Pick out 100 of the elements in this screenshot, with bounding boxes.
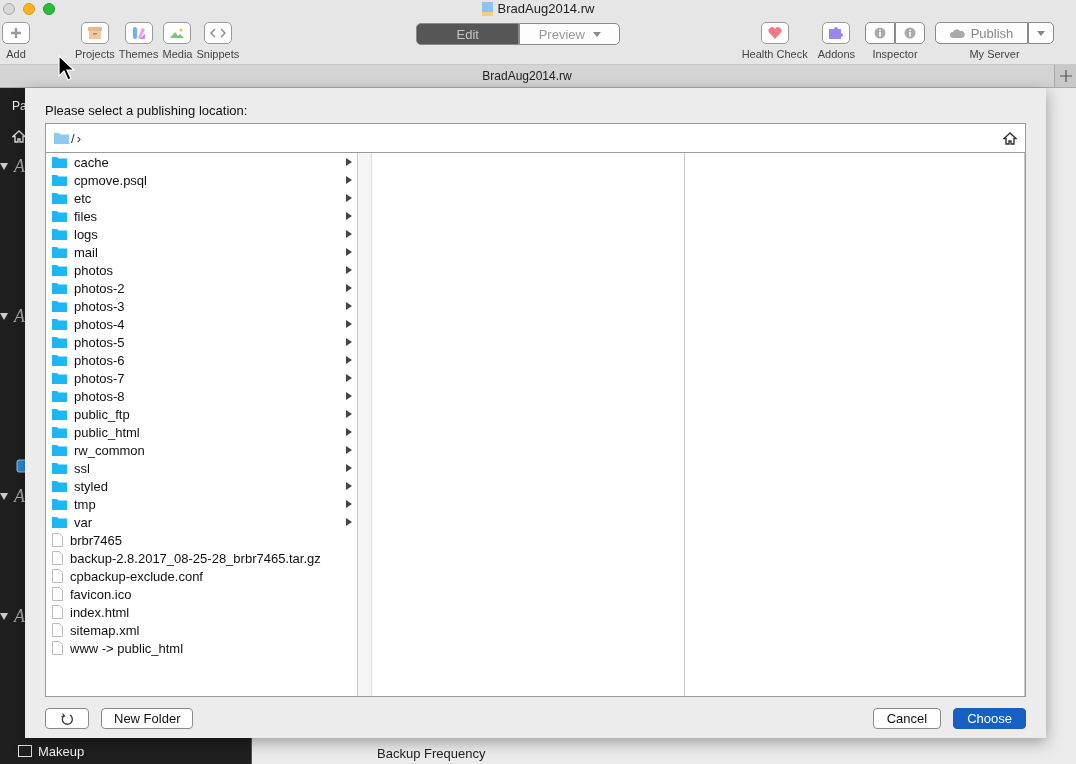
file-row[interactable]: sitemap.xml: [46, 621, 357, 639]
file-row[interactable]: styled: [46, 477, 357, 495]
image-icon: [169, 27, 186, 39]
health-button[interactable]: [760, 22, 789, 44]
plus-icon: [10, 27, 22, 39]
disclosure-arrow-icon: [346, 230, 352, 238]
path-separator: ›: [76, 130, 81, 146]
folder-icon: [52, 174, 67, 186]
disclosure-arrow-icon: [346, 518, 352, 526]
disclosure-arrow-icon: [346, 482, 352, 490]
file-row[interactable]: var: [46, 513, 357, 531]
projects-button[interactable]: [80, 22, 109, 44]
choose-button[interactable]: Choose: [953, 708, 1026, 729]
sidebar-item[interactable]: A: [14, 305, 25, 327]
folder-icon: [52, 300, 67, 312]
file-row[interactable]: photos-6: [46, 351, 357, 369]
disclosure-arrow-icon: [346, 338, 352, 346]
toolbar-label: Addons: [817, 48, 855, 60]
file-row[interactable]: photos-8: [46, 387, 357, 405]
cancel-button[interactable]: Cancel: [872, 708, 942, 729]
folder-icon: [52, 516, 67, 528]
file-row[interactable]: cache: [46, 153, 357, 171]
addons-button[interactable]: [822, 22, 851, 44]
file-row[interactable]: photos-4: [46, 315, 357, 333]
folder-icon: [52, 228, 67, 240]
box-icon: [87, 27, 102, 39]
themes-button[interactable]: [124, 22, 153, 44]
file-icon: [52, 587, 63, 601]
toolbar-label: Add: [6, 48, 26, 60]
file-icon: [52, 569, 63, 583]
file-icon: [52, 533, 63, 547]
caret-icon: [592, 31, 601, 37]
zoom-button[interactable]: [43, 3, 55, 15]
close-button[interactable]: [3, 3, 15, 15]
file-row[interactable]: photos-2: [46, 279, 357, 297]
file-row[interactable]: index.html: [46, 603, 357, 621]
image-icon: [18, 745, 32, 757]
new-folder-button[interactable]: New Folder: [101, 708, 194, 729]
file-row[interactable]: cpmove.psql: [46, 171, 357, 189]
sidebar-item[interactable]: A: [14, 605, 25, 627]
mode-tab[interactable]: Edit: [416, 23, 520, 45]
sidebar-item[interactable]: A: [14, 155, 25, 177]
file-row[interactable]: files: [46, 207, 357, 225]
disclosure-triangle-icon: [0, 492, 8, 500]
disclosure-arrow-icon: [346, 428, 352, 436]
file-row[interactable]: rw_common: [46, 441, 357, 459]
disclosure-arrow-icon: [346, 248, 352, 256]
file-icon: [52, 641, 63, 655]
file-row[interactable]: photos-7: [46, 369, 357, 387]
file-row[interactable]: public_html: [46, 423, 357, 441]
file-row[interactable]: photos-5: [46, 333, 357, 351]
disclosure-arrow-icon: [346, 320, 352, 328]
file-row[interactable]: ssl: [46, 459, 357, 477]
info-button[interactable]: [895, 22, 925, 44]
disclosure-arrow-icon: [346, 392, 352, 400]
folder-icon: [52, 336, 67, 348]
disclosure-arrow-icon: [346, 176, 352, 184]
folder-icon: [52, 318, 67, 330]
folder-icon: [52, 156, 67, 168]
publish-menu-button[interactable]: [1028, 22, 1054, 44]
folder-icon: [52, 264, 67, 276]
file-row[interactable]: brbr7465: [46, 531, 357, 549]
file-row[interactable]: cpbackup-exclude.conf: [46, 567, 357, 585]
sidebar-item[interactable]: A: [14, 485, 25, 507]
file-row[interactable]: mail: [46, 243, 357, 261]
file-row[interactable]: photos-3: [46, 297, 357, 315]
toolbar-label: Inspector: [872, 48, 918, 60]
file-row[interactable]: logs: [46, 225, 357, 243]
snippets-button[interactable]: [203, 22, 232, 44]
disclosure-arrow-icon: [346, 374, 352, 382]
add-button[interactable]: [2, 22, 30, 44]
path-folder[interactable]: /: [71, 130, 75, 146]
file-row[interactable]: www -> public_html: [46, 639, 357, 657]
folder-icon: [52, 192, 67, 204]
refresh-button[interactable]: [45, 708, 89, 729]
disclosure-arrow-icon: [346, 446, 352, 454]
file-row[interactable]: photos: [46, 261, 357, 279]
section-heading: Backup Frequency: [377, 746, 487, 761]
file-row[interactable]: favicon.ico: [46, 585, 357, 603]
info-button[interactable]: [865, 22, 895, 44]
sidebar-item[interactable]: Makeup: [38, 743, 85, 759]
folder-icon: [52, 480, 67, 492]
file-row[interactable]: public_ftp: [46, 405, 357, 423]
disclosure-arrow-icon: [346, 410, 352, 418]
file-row[interactable]: backup-2.8.2017_08-25-28_brbr7465.tar.gz: [46, 549, 357, 567]
minimize-button[interactable]: [23, 3, 35, 15]
plus-icon: [1059, 70, 1072, 82]
toolbar-label: Snippets: [196, 48, 240, 60]
server-label: My Server: [969, 48, 1020, 60]
add-tab-button[interactable]: [1054, 65, 1076, 87]
disclosure-arrow-icon: [346, 464, 352, 472]
disclosure-arrow-icon: [346, 356, 352, 364]
toolbar-label: Health Check: [741, 48, 808, 60]
file-row[interactable]: etc: [46, 189, 357, 207]
folder-icon: [52, 210, 67, 222]
folder-icon: [52, 282, 67, 294]
cursor-icon: [58, 55, 76, 81]
folder-icon: [52, 426, 67, 438]
file-row[interactable]: tmp: [46, 495, 357, 513]
media-button[interactable]: [163, 22, 192, 44]
